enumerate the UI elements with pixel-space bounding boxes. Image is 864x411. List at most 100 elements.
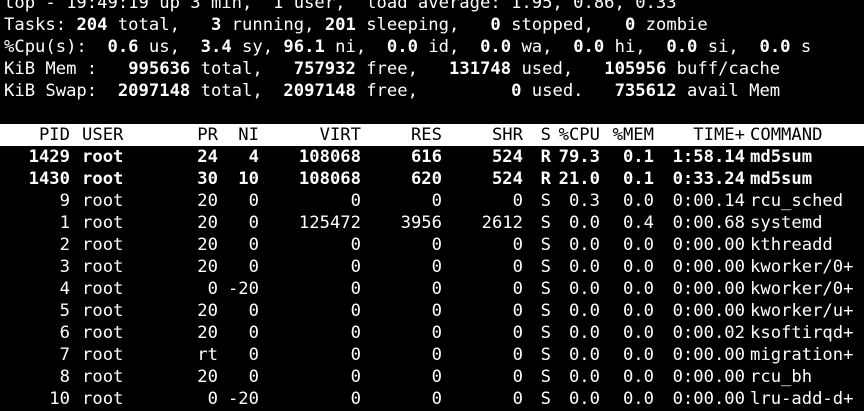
cell-command: kworker/u+ xyxy=(750,301,854,321)
cell-pid: 7 xyxy=(59,345,70,365)
cell-time: 0:00.00 xyxy=(672,279,745,299)
process-row[interactable]: 1430 root 30 10 108068 620 524 R 21.0 0.1 0:33.24 m… xyxy=(4,168,864,190)
col-shr[interactable]: SHR xyxy=(442,124,523,146)
cell-state: S xyxy=(540,213,551,233)
cell-command: rcu_bh xyxy=(750,367,813,387)
cpu-wa: 0.0 xyxy=(480,37,512,57)
cell-ni: 0 xyxy=(248,345,259,365)
process-row[interactable]: 5 root 20 0 0 0 0 S 0.0 0.0 0:00.00 kworker/u+ xyxy=(4,300,864,322)
mem-used: 131748 xyxy=(449,59,512,79)
cell-pr: 24 xyxy=(197,147,218,167)
cpu-si-label: si, xyxy=(697,37,760,57)
mem-free: 757932 xyxy=(293,59,356,79)
process-table-header: PID USER PR NI VIRT RES SHR S %CPU %MEM TIME+ COMMA… xyxy=(0,124,864,146)
process-row[interactable]: 2 root 20 0 0 0 0 S 0.0 0.0 0:00.00 kthreadd xyxy=(4,234,864,256)
cell-user: root xyxy=(82,213,124,233)
process-row[interactable]: 3 root 20 0 0 0 0 S 0.0 0.0 0:00.00 kworker/0+ xyxy=(4,256,864,278)
cell-time: 0:00.00 xyxy=(672,367,745,387)
process-row[interactable]: 1 root 20 0 125472 3956 2612 S 0.0 0.4 0:00.68 syst… xyxy=(4,212,864,234)
cell-pr: 20 xyxy=(197,235,218,255)
col-time[interactable]: TIME+ xyxy=(654,124,745,146)
tasks-stopped: 0 xyxy=(490,15,501,35)
cell-virt: 108068 xyxy=(298,147,361,167)
col-s[interactable]: S xyxy=(523,124,551,146)
col-cpu[interactable]: %CPU xyxy=(551,124,600,146)
cell-pr: 20 xyxy=(197,301,218,321)
process-row[interactable]: 6 root 20 0 0 0 0 S 0.0 0.0 0:00.02 ksoftirqd+ xyxy=(4,322,864,344)
cell-cpu: 0.0 xyxy=(568,367,600,387)
cell-time: 0:33.24 xyxy=(672,169,745,189)
swap-line: KiB Swap: 2097148 total, 2097148 free, 0… xyxy=(4,80,864,102)
cell-pid: 1430 xyxy=(28,169,70,189)
cell-user: root xyxy=(82,147,124,167)
cell-ni: 0 xyxy=(248,301,259,321)
terminal-window[interactable]: top - 19:49:19 up 3 min, 1 user, load av… xyxy=(0,0,864,410)
cell-pr: 20 xyxy=(197,213,218,233)
cell-user: root xyxy=(82,301,124,321)
cell-state: S xyxy=(540,257,551,277)
cell-time: 0:00.00 xyxy=(672,301,745,321)
cell-ni: -20 xyxy=(227,389,259,409)
cell-virt: 0 xyxy=(350,257,361,277)
cell-res: 3956 xyxy=(400,213,442,233)
col-ni[interactable]: NI xyxy=(218,124,259,146)
cell-res: 0 xyxy=(431,389,442,409)
cell-virt: 0 xyxy=(350,345,361,365)
cell-ni: 0 xyxy=(248,367,259,387)
mem-buff: 105956 xyxy=(604,59,667,79)
cell-pr: 0 xyxy=(207,279,218,299)
process-row[interactable]: 8 root 20 0 0 0 0 S 0.0 0.0 0:00.00 rcu_bh xyxy=(4,366,864,388)
cell-mem: 0.0 xyxy=(622,301,654,321)
cell-virt: 0 xyxy=(350,367,361,387)
process-row[interactable]: 7 root rt 0 0 0 0 S 0.0 0.0 0:00.00 migration+ xyxy=(4,344,864,366)
cpu-hi-label: hi, xyxy=(604,37,667,57)
tasks-zombie-label: zombie xyxy=(635,15,708,35)
cell-user: root xyxy=(82,323,124,343)
col-res[interactable]: RES xyxy=(361,124,442,146)
cell-command: md5sum xyxy=(750,169,813,189)
cell-cpu: 0.0 xyxy=(568,323,600,343)
tasks-sleeping: 201 xyxy=(324,15,356,35)
cell-state: R xyxy=(540,169,551,189)
col-pr[interactable]: PR xyxy=(187,124,218,146)
col-pid[interactable]: PID xyxy=(4,124,70,146)
cell-user: root xyxy=(82,367,124,387)
cell-res: 0 xyxy=(431,345,442,365)
cpu-us: 0.6 xyxy=(107,37,139,57)
cell-virt: 0 xyxy=(350,191,361,211)
col-mem[interactable]: %MEM xyxy=(605,124,654,146)
process-row[interactable]: 4 root 0 -20 0 0 0 S 0.0 0.0 0:00.00 kworker/0+ xyxy=(4,278,864,300)
cell-pid: 10 xyxy=(49,389,70,409)
tasks-total: 204 xyxy=(76,15,108,35)
cell-pid: 1 xyxy=(59,213,70,233)
tasks-stopped-label: stopped, xyxy=(500,15,625,35)
col-user[interactable]: USER xyxy=(82,124,187,146)
cell-command: migration+ xyxy=(750,345,854,365)
cell-command: kworker/0+ xyxy=(750,257,854,277)
cpu-ni: 96.1 xyxy=(283,37,325,57)
cell-mem: 0.0 xyxy=(622,257,654,277)
cell-cpu: 0.0 xyxy=(568,257,600,277)
cell-time: 0:00.00 xyxy=(672,389,745,409)
cell-shr: 0 xyxy=(512,235,523,255)
mem-total-label: total, xyxy=(190,59,294,79)
col-command[interactable]: COMMAND xyxy=(750,124,864,146)
cell-pid: 8 xyxy=(59,367,70,387)
process-row[interactable]: 10 root 0 -20 0 0 0 S 0.0 0.0 0:00.00 lru-add-d+ xyxy=(4,388,864,410)
process-row[interactable]: 9 root 20 0 0 0 0 S 0.3 0.0 0:00.14 rcu_sched xyxy=(4,190,864,212)
swap-free-label: free, xyxy=(355,81,512,101)
cell-shr: 524 xyxy=(491,169,523,189)
cpu-ni-label: ni, xyxy=(324,37,387,57)
cell-command: kworker/0+ xyxy=(750,279,854,299)
cpu-st: 0.0 xyxy=(759,37,791,57)
tasks-total-label: total, xyxy=(107,15,211,35)
cell-cpu: 0.0 xyxy=(568,213,600,233)
cell-state: S xyxy=(540,279,551,299)
cell-cpu: 0.3 xyxy=(568,191,600,211)
cell-res: 616 xyxy=(410,147,442,167)
col-virt[interactable]: VIRT xyxy=(259,124,361,146)
process-row[interactable]: 1429 root 24 4 108068 616 524 R 79.3 0.1 1:58.14 md… xyxy=(4,146,864,168)
cell-pid: 5 xyxy=(59,301,70,321)
cpu-sy-label: sy, xyxy=(231,37,284,57)
cell-virt: 0 xyxy=(350,323,361,343)
